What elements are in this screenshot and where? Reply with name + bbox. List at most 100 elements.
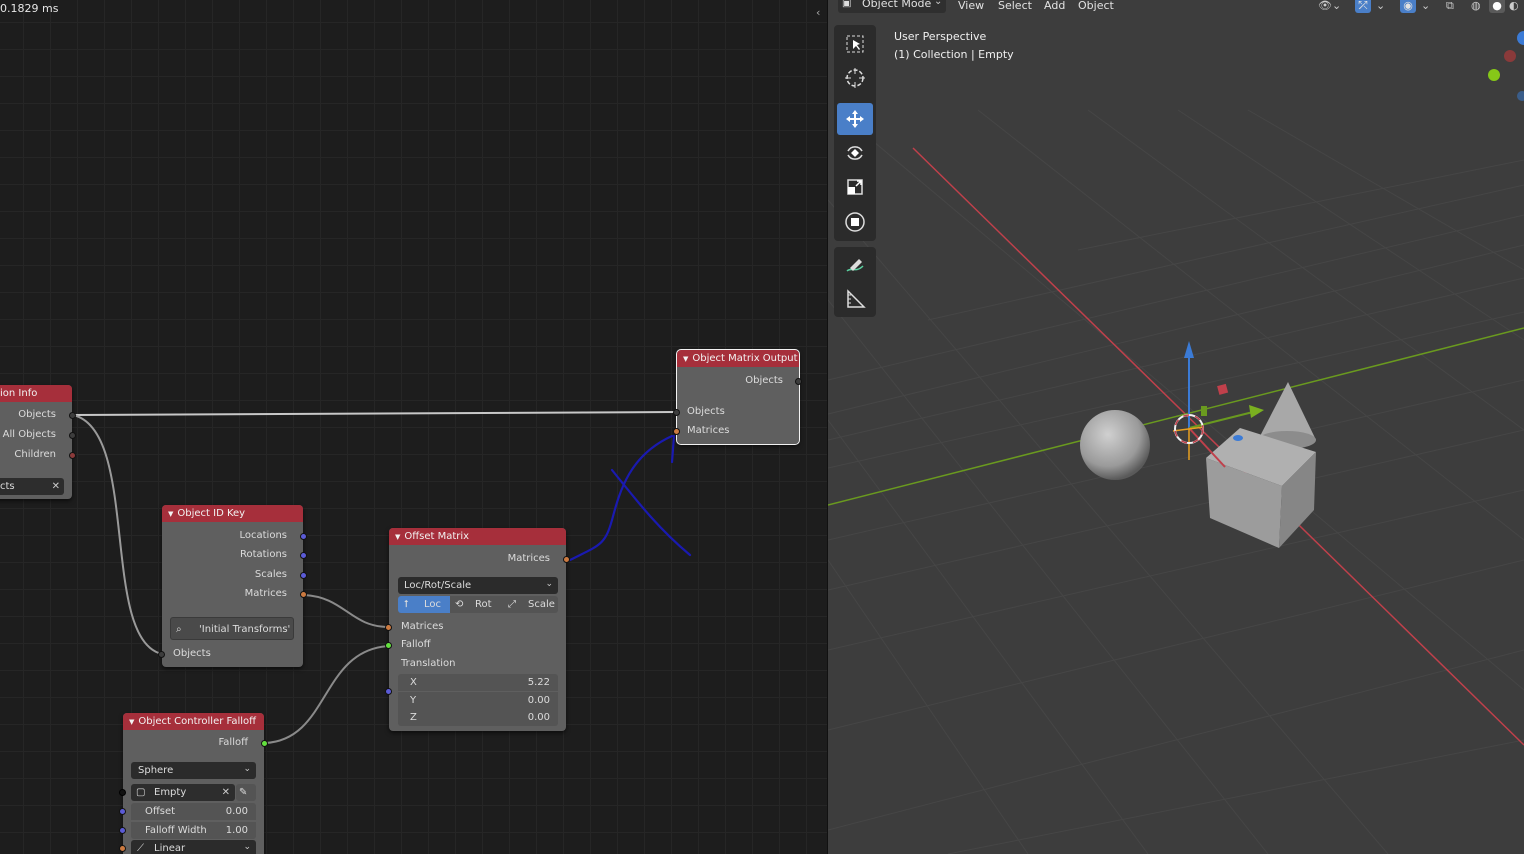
- output-objects-label: Objects: [745, 375, 783, 386]
- output-rotations-label: Rotations: [239, 549, 287, 560]
- translation-y-field[interactable]: Y 0.00: [398, 692, 558, 709]
- menu-view[interactable]: View: [958, 0, 984, 12]
- socket-interpolation-in[interactable]: [119, 845, 126, 852]
- collapse-triangle-icon[interactable]: ▼: [129, 718, 134, 726]
- output-matrices-label: Matrices: [244, 588, 287, 599]
- material-shading-icon[interactable]: ◐: [1509, 0, 1519, 12]
- socket-objects-in[interactable]: [158, 651, 165, 658]
- socket-matrices-out[interactable]: [563, 556, 570, 563]
- collapse-triangle-icon[interactable]: ▼: [168, 510, 173, 518]
- output-matrices-label: Matrices: [507, 553, 550, 564]
- menu-add[interactable]: Add: [1044, 0, 1065, 12]
- chevron-down-icon[interactable]: ⌄: [1421, 0, 1430, 12]
- chevron-down-icon[interactable]: ⌄: [1376, 0, 1385, 12]
- offset-matrix-header[interactable]: ▼ Offset Matrix: [389, 528, 566, 545]
- socket-falloff-out[interactable]: [261, 740, 268, 747]
- solid-shading-icon[interactable]: ●: [1489, 0, 1505, 13]
- object-matrix-output-header[interactable]: ▼ Object Matrix Output: [677, 350, 799, 367]
- clear-icon[interactable]: ✕: [222, 784, 230, 801]
- link-objects-to-output: [72, 411, 676, 416]
- socket-objects-in[interactable]: [673, 409, 680, 416]
- transform-icon: [845, 212, 865, 232]
- id-key-search-field[interactable]: ⌕ 'Initial Transforms': [170, 617, 294, 640]
- collapse-triangle-icon[interactable]: ▼: [683, 355, 688, 363]
- collection-field[interactable]: cts ✕: [0, 478, 64, 495]
- offset-matrix-node[interactable]: ▼ Offset Matrix Matrices Loc/Rot/Scale ⌄ …: [385, 528, 570, 731]
- measure-tool[interactable]: [837, 283, 873, 315]
- node-editor[interactable]: 0.1829 ms ‹ ion Info Objects All Objects…: [0, 0, 827, 854]
- translation-x-field[interactable]: X 5.22: [398, 674, 558, 691]
- tool-shelf: [834, 25, 876, 317]
- interpolation-dropdown[interactable]: ⟋ Linear ⌄: [131, 840, 256, 854]
- transform-tool-group: [834, 25, 876, 241]
- socket-falloff-in[interactable]: [385, 642, 392, 649]
- object-matrix-output-node[interactable]: ▼ Object Matrix Output Objects Objects Ma…: [673, 349, 802, 445]
- socket-objects-out[interactable]: [795, 378, 802, 385]
- 3d-viewport[interactable]: ▣ Object Mode ⌄ View Select Add Object 👁…: [828, 0, 1524, 854]
- nav-gizmo-y: [1488, 69, 1500, 81]
- toggle-scale[interactable]: ⤢ Scale: [504, 596, 558, 613]
- toggle-loc[interactable]: ⭡ Loc: [398, 596, 450, 613]
- socket-falloff-width-in[interactable]: [119, 827, 126, 834]
- collection-info-node[interactable]: ion Info Objects All Objects Children ct…: [0, 385, 76, 499]
- socket-scales-out[interactable]: [300, 572, 307, 579]
- object-id-key-header[interactable]: ▼ Object ID Key: [162, 505, 303, 522]
- socket-translation-in[interactable]: [385, 688, 392, 695]
- clear-icon[interactable]: ✕: [52, 478, 60, 495]
- rotate-tool[interactable]: [837, 137, 873, 169]
- active-object-info: (1) Collection | Empty: [894, 48, 1014, 61]
- socket-matrices-in[interactable]: [673, 428, 680, 435]
- mode-dropdown[interactable]: ▣ Object Mode ⌄: [838, 0, 946, 13]
- falloff-node-title: Object Controller Falloff: [138, 716, 257, 727]
- wireframe-shading-icon[interactable]: ◍: [1471, 0, 1481, 12]
- xray-icon[interactable]: ⧉: [1446, 0, 1454, 13]
- socket-locations-out[interactable]: [300, 533, 307, 540]
- object-empty-icon: ▢: [136, 787, 146, 798]
- transform-mode-value: Loc/Rot/Scale: [404, 580, 472, 591]
- menu-select[interactable]: Select: [998, 0, 1032, 12]
- interpolation-icon: ⟋: [137, 843, 144, 854]
- chevron-down-icon: ⌄: [243, 764, 251, 774]
- menu-object[interactable]: Object: [1078, 0, 1114, 12]
- gizmo-toggle-icon[interactable]: ⤱: [1355, 0, 1371, 13]
- y-axis-line: [828, 327, 1524, 506]
- translation-z-field[interactable]: Z 0.00: [398, 709, 558, 726]
- object-controller-falloff-node[interactable]: ▼ Object Controller Falloff Falloff Spher…: [119, 713, 268, 854]
- axis-y-label: Y: [410, 695, 417, 706]
- socket-matrices-in[interactable]: [385, 624, 392, 631]
- offset-label: Offset: [145, 806, 176, 817]
- socket-matrices-out[interactable]: [300, 591, 307, 598]
- socket-all-objects-out[interactable]: [69, 432, 76, 439]
- viewport-scene: [828, 31, 1524, 854]
- cursor-tool[interactable]: [837, 62, 873, 94]
- nav-gizmo-z: [1517, 31, 1524, 45]
- falloff-width-field[interactable]: Falloff Width 1.00: [131, 822, 256, 839]
- cursor-icon: [845, 68, 865, 88]
- collection-info-header[interactable]: ion Info: [0, 385, 72, 402]
- transform-mode-dropdown[interactable]: Loc/Rot/Scale ⌄: [398, 577, 558, 594]
- annotate-tool[interactable]: [837, 249, 873, 281]
- falloff-shape-dropdown[interactable]: Sphere ⌄: [131, 762, 256, 779]
- socket-object-in[interactable]: [119, 789, 126, 796]
- socket-rotations-out[interactable]: [300, 552, 307, 559]
- object-id-key-node[interactable]: ▼ Object ID Key Locations Rotations Scale…: [158, 505, 307, 667]
- select-box-tool[interactable]: [837, 28, 873, 60]
- chevron-down-icon: ⌄: [545, 579, 553, 589]
- eyedropper-button[interactable]: ✎: [236, 784, 256, 801]
- move-tool[interactable]: [837, 103, 873, 135]
- socket-offset-in[interactable]: [119, 808, 126, 815]
- offset-field[interactable]: Offset 0.00: [131, 803, 256, 820]
- socket-objects-out[interactable]: [69, 412, 76, 419]
- object-picker-field[interactable]: ▢ Empty ✕: [131, 784, 235, 801]
- transform-tool[interactable]: [837, 206, 873, 238]
- socket-children-out[interactable]: [69, 452, 76, 459]
- input-matrices-label: Matrices: [401, 621, 444, 632]
- transform-toggle-group[interactable]: ⭡ Loc ⟲ Rot ⤢ Scale: [398, 596, 558, 613]
- toggle-rot[interactable]: ⟲ Rot: [451, 596, 503, 613]
- overlay-toggle-icon[interactable]: ◉: [1400, 0, 1416, 13]
- visibility-icon[interactable]: 👁⌄: [1318, 0, 1341, 12]
- scale-tool[interactable]: [837, 171, 873, 203]
- falloff-width-label: Falloff Width: [145, 825, 207, 836]
- collapse-triangle-icon[interactable]: ▼: [395, 533, 400, 541]
- falloff-node-header[interactable]: ▼ Object Controller Falloff: [123, 713, 264, 730]
